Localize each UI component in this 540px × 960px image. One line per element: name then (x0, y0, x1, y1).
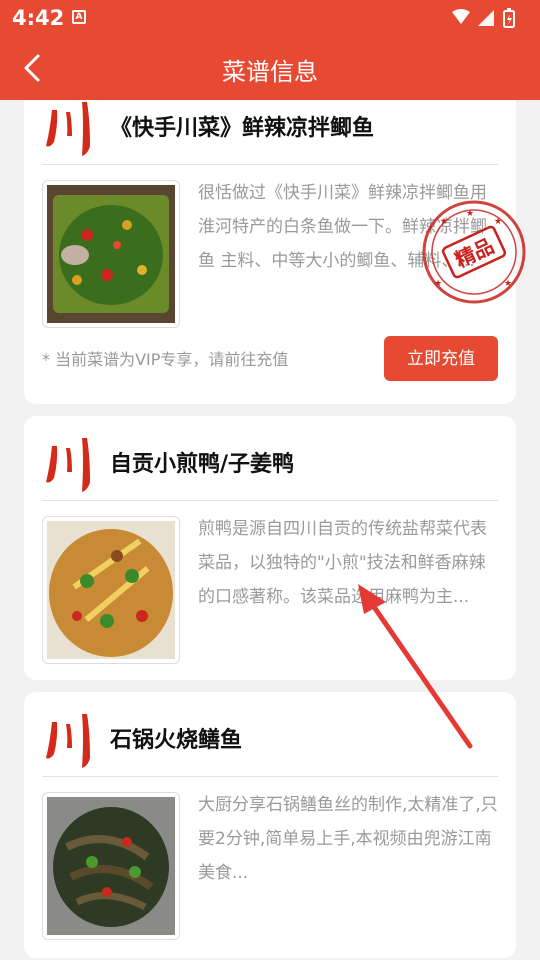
recharge-button[interactable]: 立即充值 (384, 336, 498, 381)
status-time: 4:42 (12, 6, 65, 30)
app-bar: 菜谱信息 (0, 36, 540, 100)
recipe-card[interactable]: 石锅火烧鳝鱼 大厨分享石锅鳝鱼丝的制作,太精准了,只要2分钟,简单易上手,本视频… (24, 692, 516, 958)
recipe-title[interactable]: 自贡小煎鸭/子姜鸭 (110, 446, 294, 478)
recipe-description: 煎鸭是源自四川自贡的传统盐帮菜代表菜品，以独特的"小煎"技法和鲜香麻辣的口感著称… (198, 519, 487, 607)
page-title: 菜谱信息 (222, 58, 318, 86)
divider (42, 776, 498, 777)
recipe-description: 大厨分享石锅鳝鱼丝的制作,太精准了,只要2分钟,简单易上手,本视频由兜游江南美食… (198, 795, 498, 883)
stamp-text: 精品 (451, 234, 497, 273)
chuan-icon (46, 438, 90, 492)
signal-icon (478, 10, 494, 26)
chuan-icon (46, 714, 90, 768)
recipe-title[interactable]: 《快手川菜》鲜辣凉拌鲫鱼 (110, 110, 374, 142)
status-icons (452, 8, 515, 28)
app-notification-icon: A (72, 10, 86, 24)
status-bar: 4:42 A (0, 0, 540, 36)
svg-text:★: ★ (494, 217, 502, 227)
svg-text:★: ★ (440, 217, 448, 227)
svg-text:★: ★ (434, 279, 442, 289)
svg-text:★: ★ (466, 209, 474, 219)
recipe-thumbnail[interactable] (42, 516, 180, 664)
divider (42, 164, 498, 165)
recipe-thumbnail[interactable] (42, 180, 180, 328)
vip-note: * 当前菜谱为VIP专享，请前往充值 (42, 350, 289, 369)
chuan-icon (46, 102, 90, 156)
recipe-title[interactable]: 石锅火烧鳝鱼 (110, 722, 242, 754)
divider (42, 500, 498, 501)
svg-text:★: ★ (504, 279, 512, 289)
recipe-card[interactable]: 自贡小煎鸭/子姜鸭 煎鸭是源自四川自贡的传统盐帮菜代表菜品，以独特的"小煎"技法… (24, 416, 516, 680)
premium-stamp-icon: ★ ★ ★ ★ ★ 精品 (422, 200, 526, 304)
recipe-thumbnail[interactable] (42, 792, 180, 940)
wifi-icon (452, 9, 470, 24)
recipe-card[interactable]: 《快手川菜》鲜辣凉拌鲫鱼 很恬做过《快手川菜》鲜辣凉拌鲫鱼用淮河特产的白条鱼做一… (24, 100, 526, 404)
recipe-list[interactable]: 《快手川菜》鲜辣凉拌鲫鱼 很恬做过《快手川菜》鲜辣凉拌鲫鱼用淮河特产的白条鱼做一… (0, 100, 540, 960)
